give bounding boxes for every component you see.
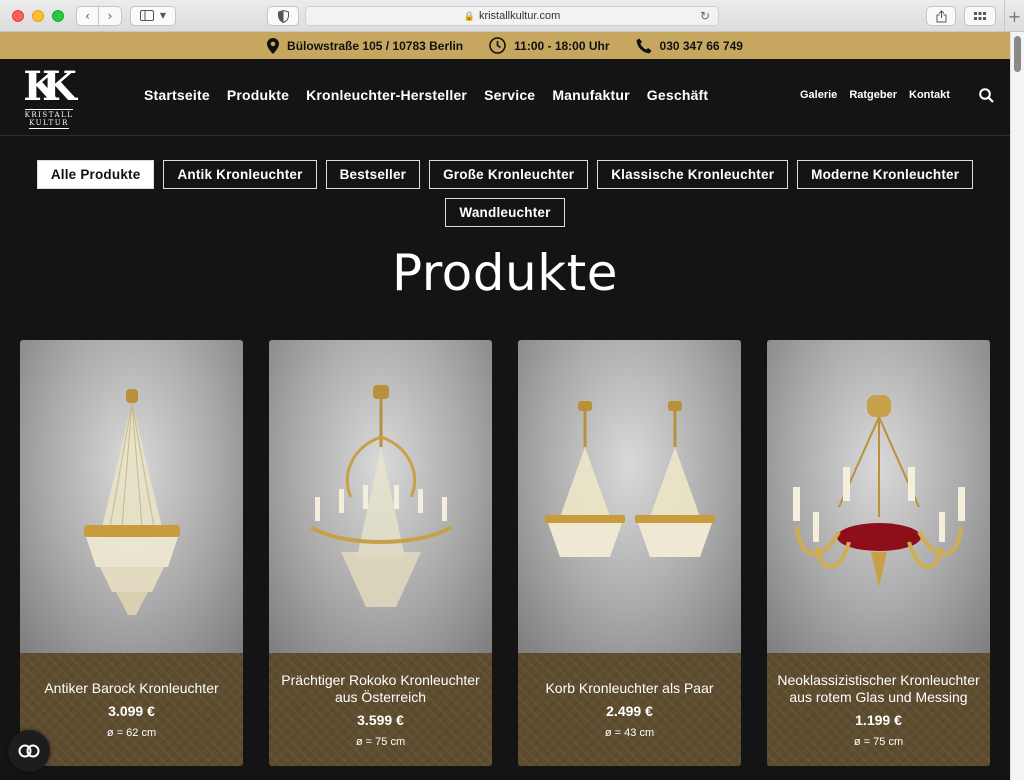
nav-item-galerie[interactable]: Galerie [800, 89, 837, 101]
tab-overview-button[interactable] [964, 6, 996, 26]
website-viewport: Bülowstraße 105 / 10783 Berlin 11:00 - 1… [0, 32, 1010, 780]
site-header: KK KRISTALL KULTUR Startseite Produkte K… [0, 59, 1010, 136]
forward-button[interactable]: › [99, 5, 122, 26]
product-price: 1.199 € [855, 711, 902, 728]
nav-item-service[interactable]: Service [484, 87, 535, 103]
history-nav: ‹ › [76, 5, 122, 26]
product-dimension: ø = 75 cm [853, 735, 904, 748]
logo-line-1: KRISTALL [24, 109, 74, 119]
product-info: Antiker Barock Kronleuchter 3.099 € ø = … [20, 653, 243, 766]
product-card[interactable]: Antiker Barock Kronleuchter 3.099 € ø = … [20, 340, 243, 766]
logo-mark: KK [23, 63, 76, 110]
nav-item-kronleuchter-hersteller[interactable]: Kronleuchter-Hersteller [306, 87, 467, 103]
share-icon [936, 9, 946, 22]
filter-antik-kronleuchter[interactable]: Antik Kronleuchter [163, 160, 317, 189]
new-tab-button[interactable]: + [1004, 0, 1024, 32]
category-filters: Alle Produkte Antik Kronleuchter Bestsel… [0, 160, 1010, 227]
grid-icon [974, 11, 986, 20]
address-text: Bülowstraße 105 / 10783 Berlin [287, 38, 464, 53]
product-info: Prächtiger Rokoko Kronleuchter aus Öster… [269, 653, 492, 766]
hours-info: 11:00 - 18:00 Uhr [489, 37, 610, 54]
product-name[interactable]: Antiker Barock Kronleuchter [44, 680, 218, 697]
plus-icon: + [1007, 6, 1022, 26]
secondary-navigation: Galerie Ratgeber Kontakt [800, 89, 950, 101]
page-title: Produkte [391, 244, 619, 302]
product-info: Korb Kronleuchter als Paar 2.499 € ø = 4… [518, 653, 741, 766]
product-dimension: ø = 62 cm [106, 727, 157, 739]
product-card[interactable]: Neoklassizistischer Kronleuchter aus rot… [767, 340, 990, 766]
filter-moderne-kronleuchter[interactable]: Moderne Kronleuchter [797, 160, 974, 189]
reload-icon[interactable]: ↻ [700, 9, 710, 23]
product-price: 3.099 € [108, 703, 155, 719]
nav-item-kontakt[interactable]: Kontakt [909, 89, 950, 101]
product-image[interactable] [269, 340, 492, 653]
filter-klassische-kronleuchter[interactable]: Klassische Kronleuchter [597, 160, 789, 189]
filter-alle-produkte[interactable]: Alle Produkte [36, 160, 155, 189]
cookie-consent-icon [18, 744, 40, 758]
product-name[interactable]: Neoklassizistischer Kronleuchter aus rot… [775, 672, 982, 706]
share-button[interactable] [926, 6, 956, 26]
product-price: 3.599 € [357, 711, 404, 728]
nav-item-startseite[interactable]: Startseite [144, 87, 210, 103]
hours-text: 11:00 - 18:00 Uhr [514, 38, 610, 53]
product-card[interactable]: Korb Kronleuchter als Paar 2.499 € ø = 4… [518, 340, 741, 766]
nav-item-ratgeber[interactable]: Ratgeber [849, 89, 897, 101]
back-button[interactable]: ‹ [76, 5, 99, 26]
product-price: 2.499 € [606, 703, 653, 719]
product-image[interactable] [518, 340, 741, 653]
filter-wandleuchter[interactable]: Wandleuchter [445, 198, 565, 227]
chevron-down-icon: ▼ [159, 11, 167, 20]
minimize-window-button[interactable] [32, 9, 44, 22]
cookie-consent-button[interactable] [8, 730, 50, 772]
lock-icon: 🔒 [463, 10, 475, 21]
product-grid: Antiker Barock Kronleuchter 3.099 € ø = … [20, 340, 990, 766]
phone-info[interactable]: 030 347 66 749 [636, 38, 743, 54]
main-navigation: Startseite Produkte Kronleuchter-Herstel… [144, 87, 708, 103]
address-info[interactable]: Bülowstraße 105 / 10783 Berlin [267, 37, 464, 54]
phone-text: 030 347 66 749 [659, 38, 743, 53]
chandelier-image-icon [792, 394, 965, 587]
product-name[interactable]: Prächtiger Rokoko Kronleuchter aus Öster… [277, 672, 484, 706]
privacy-report-button[interactable] [267, 6, 299, 26]
zoom-window-button[interactable] [52, 9, 64, 22]
chandelier-pair-image-icon [544, 400, 715, 557]
scrollbar-thumb[interactable] [1014, 36, 1021, 72]
product-card[interactable]: Prächtiger Rokoko Kronleuchter aus Öster… [269, 340, 492, 766]
nav-item-produkte[interactable]: Produkte [227, 87, 289, 103]
sidebar-toggle-button[interactable]: ▼ [130, 5, 176, 26]
filter-bestseller[interactable]: Bestseller [325, 160, 421, 189]
nav-item-geschaeft[interactable]: Geschäft [647, 87, 709, 103]
page-scrollbar[interactable] [1010, 32, 1024, 780]
product-dimension: ø = 75 cm [355, 735, 406, 748]
chandelier-image-icon [83, 388, 180, 615]
logo-line-2: KULTUR [29, 119, 69, 129]
product-dimension: ø = 43 cm [604, 727, 655, 739]
product-image[interactable] [20, 340, 243, 653]
site-logo[interactable]: KK KRISTALL KULTUR [20, 65, 78, 129]
close-window-button[interactable] [12, 9, 24, 22]
clock-icon [489, 37, 506, 54]
product-image[interactable] [767, 340, 990, 653]
phone-icon [636, 38, 652, 53]
address-bar[interactable]: 🔒 kristallkultur.com ↻ [305, 6, 719, 26]
chevron-right-icon: › [107, 8, 113, 23]
chandelier-image-icon [309, 384, 452, 607]
filter-grosse-kronleuchter[interactable]: Große Kronleuchter [429, 160, 589, 189]
info-bar: Bülowstraße 105 / 10783 Berlin 11:00 - 1… [0, 32, 1010, 59]
window-controls [12, 9, 64, 22]
url-text: kristallkultur.com [478, 10, 561, 22]
search-icon[interactable] [979, 88, 994, 103]
chevron-left-icon: ‹ [85, 8, 90, 23]
shield-icon [277, 9, 289, 23]
nav-item-manufaktur[interactable]: Manufaktur [552, 87, 629, 103]
browser-toolbar: ‹ › ▼ 🔒 kristallkultur.com ↻ + [0, 0, 1024, 32]
product-info: Neoklassizistischer Kronleuchter aus rot… [767, 653, 990, 766]
location-pin-icon [267, 37, 280, 54]
sidebar-icon [139, 10, 154, 21]
product-name[interactable]: Korb Kronleuchter als Paar [545, 680, 713, 697]
